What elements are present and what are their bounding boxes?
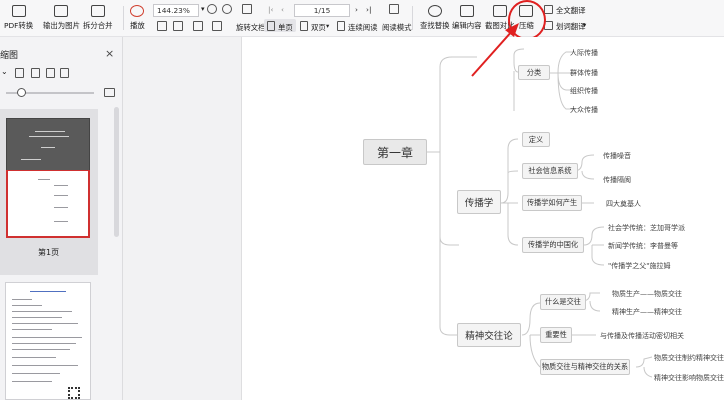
pdf-reader-window: PDF转换 输出为图片 拆分合并 播放 144.23% ▾ 旋转文档 |‹ ‹ … — [0, 0, 724, 400]
annotation-arrow — [471, 23, 519, 77]
